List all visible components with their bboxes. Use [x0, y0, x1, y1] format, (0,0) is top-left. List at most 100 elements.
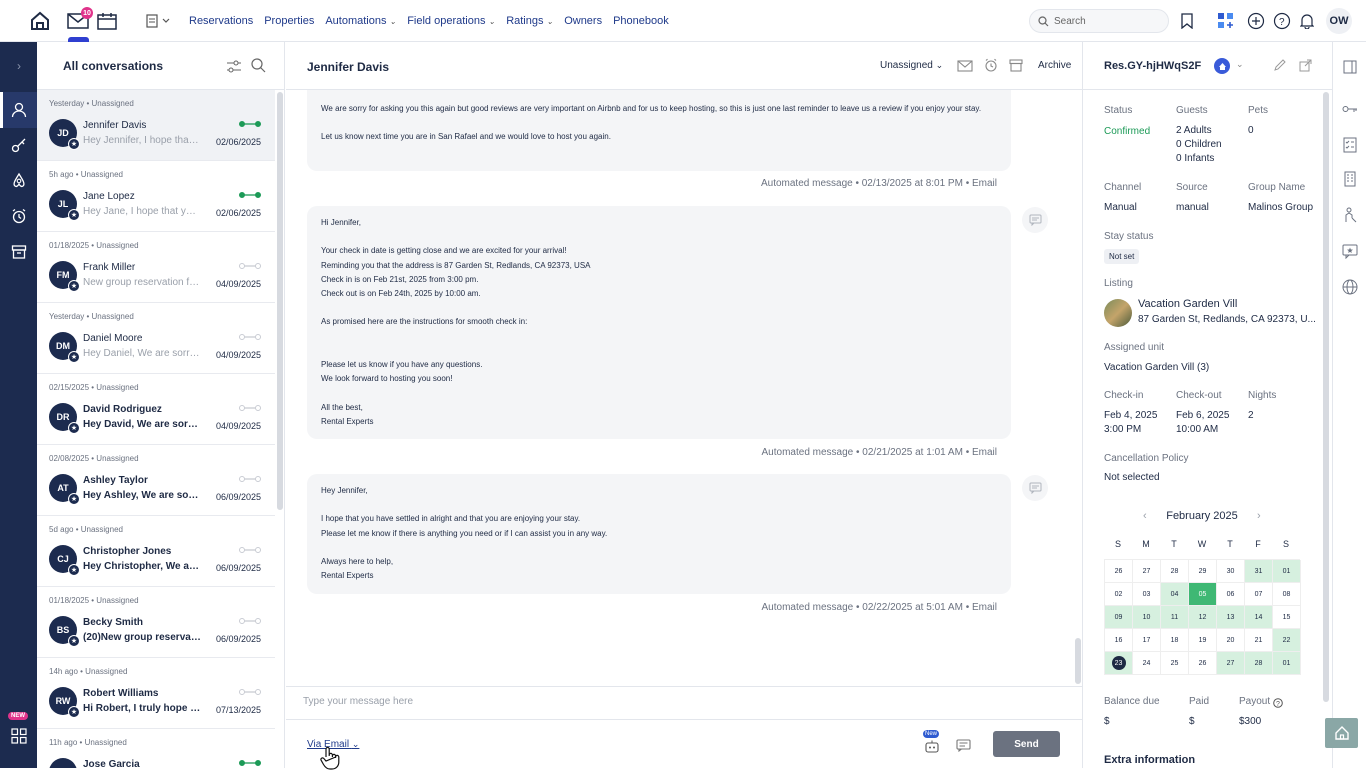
key-icon[interactable] [1341, 100, 1359, 118]
nav-ratings[interactable]: Ratings ⌄ [506, 15, 553, 27]
send-button[interactable]: Send [993, 731, 1060, 757]
conversation-item[interactable]: Yesterday • Unassigned DM ★ Daniel Moore Hey… [37, 303, 275, 374]
nav-automations[interactable]: Automations ⌄ [325, 15, 396, 27]
calendar-day[interactable]: 09 [1105, 606, 1133, 629]
building-icon[interactable] [1341, 170, 1359, 188]
calendar-day[interactable]: 20 [1217, 629, 1245, 652]
calendar-day[interactable]: 23 [1105, 652, 1133, 675]
conversation-list-scrollbar[interactable] [277, 92, 283, 510]
calendar-day[interactable]: 24 [1133, 652, 1161, 675]
checklist-icon[interactable] [1341, 136, 1359, 154]
calendar-day[interactable]: 07 [1245, 583, 1273, 606]
stay-status-chip[interactable]: Not set [1104, 249, 1140, 264]
user-avatar[interactable]: OW [1326, 8, 1352, 34]
message-actions-icon[interactable] [1022, 475, 1048, 501]
archive-box-icon[interactable] [9, 242, 29, 262]
expand-chevron-icon[interactable]: › [9, 56, 29, 76]
calendar-icon[interactable] [96, 10, 118, 32]
help-icon[interactable]: ? [1272, 11, 1292, 31]
calendar-day[interactable]: 06 [1217, 583, 1245, 606]
global-search[interactable]: Search [1029, 9, 1169, 33]
cleaning-person-icon[interactable] [1341, 206, 1359, 224]
calendar-day[interactable]: 01 [1273, 560, 1301, 583]
collapse-panel-icon[interactable] [1341, 58, 1359, 76]
globe-icon[interactable] [1341, 278, 1359, 296]
conversation-item[interactable]: 5h ago • Unassigned JL ★ Jane Lopez Hey Jane… [37, 161, 275, 232]
alarm-clock-icon[interactable] [9, 206, 29, 226]
calendar-day[interactable]: 26 [1105, 560, 1133, 583]
message-input[interactable]: Type your message here [286, 686, 1082, 720]
key-icon[interactable] [9, 135, 29, 155]
conversation-item[interactable]: 14h ago • Unassigned RW ★ Robert Williams Hi… [37, 658, 275, 729]
assignee-dropdown[interactable]: Unassigned ⌄ [880, 60, 943, 71]
calendar-day[interactable]: 27 [1217, 652, 1245, 675]
archive-box-icon[interactable] [1009, 59, 1023, 72]
calendar-day[interactable]: 10 [1133, 606, 1161, 629]
calendar-day[interactable]: 18 [1161, 629, 1189, 652]
calendar-day[interactable]: 05 [1189, 583, 1217, 606]
mark-unread-mail-icon[interactable] [957, 60, 973, 72]
property-home-button[interactable] [1325, 718, 1358, 748]
calendar-day[interactable]: 22 [1273, 629, 1301, 652]
message-actions-icon[interactable] [1022, 207, 1048, 233]
calendar-day[interactable]: 15 [1273, 606, 1301, 629]
add-circle-icon[interactable] [1246, 11, 1266, 31]
nav-field-operations[interactable]: Field operations ⌄ [407, 15, 495, 27]
nav-reservations[interactable]: Reservations [189, 15, 253, 27]
calendar-day[interactable]: 19 [1189, 629, 1217, 652]
chevron-down-icon[interactable]: ⌄ [1236, 59, 1244, 70]
calendar-day[interactable]: 12 [1189, 606, 1217, 629]
home-logo-icon[interactable] [28, 9, 52, 33]
conversation-item[interactable]: 02/08/2025 • Unassigned AT ★ Ashley Taylor H… [37, 445, 275, 516]
calendar-day[interactable]: 11 [1161, 606, 1189, 629]
extra-information-heading[interactable]: Extra information [1104, 753, 1195, 767]
listing-name[interactable]: Vacation Garden Vill [1138, 297, 1237, 311]
calendar-day[interactable]: 17 [1133, 629, 1161, 652]
calendar-day[interactable]: 01 [1273, 652, 1301, 675]
calendar-day[interactable]: 08 [1273, 583, 1301, 606]
filter-sliders-icon[interactable] [226, 60, 242, 73]
open-external-icon[interactable] [1299, 59, 1312, 72]
calendar-day[interactable]: 30 [1217, 560, 1245, 583]
calendar-day[interactable]: 25 [1161, 652, 1189, 675]
chat-scrollbar[interactable] [1075, 638, 1081, 684]
reservation-id[interactable]: Res.GY-hjHWqS2F [1104, 60, 1201, 72]
nav-owners[interactable]: Owners [564, 15, 602, 27]
calendar-day[interactable]: 04 [1161, 583, 1189, 606]
next-month-icon[interactable]: › [1257, 510, 1261, 522]
apps-grid-icon[interactable] [9, 726, 29, 746]
info-icon[interactable]: ? [1273, 698, 1283, 708]
bell-icon[interactable] [1298, 11, 1316, 31]
snooze-clock-icon[interactable] [984, 58, 998, 72]
calendar-day[interactable]: 31 [1245, 560, 1273, 583]
review-chat-icon[interactable] [1341, 242, 1359, 260]
templates-chat-icon[interactable] [956, 739, 971, 752]
bookmark-icon[interactable] [1178, 12, 1196, 30]
archive-button[interactable]: Archive [1038, 60, 1071, 71]
calendar-day[interactable]: 27 [1133, 560, 1161, 583]
apps-add-icon[interactable] [1216, 11, 1236, 31]
calendar-day[interactable]: 03 [1133, 583, 1161, 606]
conversation-item[interactable]: 02/15/2025 • Unassigned DR ★ David Rodrigue… [37, 374, 275, 445]
conversation-item[interactable]: 01/18/2025 • Unassigned FM ★ Frank Miller Ne… [37, 232, 275, 303]
calendar-day[interactable]: 28 [1161, 560, 1189, 583]
calendar-day[interactable]: 29 [1189, 560, 1217, 583]
edit-pencil-icon[interactable] [1274, 59, 1286, 71]
search-icon[interactable] [251, 58, 266, 73]
calendar-day[interactable]: 02 [1105, 583, 1133, 606]
conversation-item[interactable]: 5d ago • Unassigned CJ ★ Christopher Jones H… [37, 516, 275, 587]
calendar-day[interactable]: 21 [1245, 629, 1273, 652]
nav-phonebook[interactable]: Phonebook [613, 15, 669, 27]
calendar-day[interactable]: 13 [1217, 606, 1245, 629]
airbnb-icon[interactable] [9, 170, 29, 190]
clipboard-menu-icon[interactable] [144, 12, 174, 30]
calendar-day[interactable]: 26 [1189, 652, 1217, 675]
detail-scrollbar[interactable] [1323, 92, 1329, 702]
calendar-day[interactable]: 14 [1245, 606, 1273, 629]
conversation-item[interactable]: 11h ago • UnassignedJG★Jose Garcia [37, 729, 275, 768]
conversation-item[interactable]: 01/18/2025 • Unassigned BS ★ Becky Smith (20… [37, 587, 275, 658]
prev-month-icon[interactable]: ‹ [1143, 510, 1147, 522]
person-icon[interactable] [9, 100, 29, 120]
calendar-day[interactable]: 28 [1245, 652, 1273, 675]
ai-assistant-button[interactable]: New [921, 730, 943, 755]
